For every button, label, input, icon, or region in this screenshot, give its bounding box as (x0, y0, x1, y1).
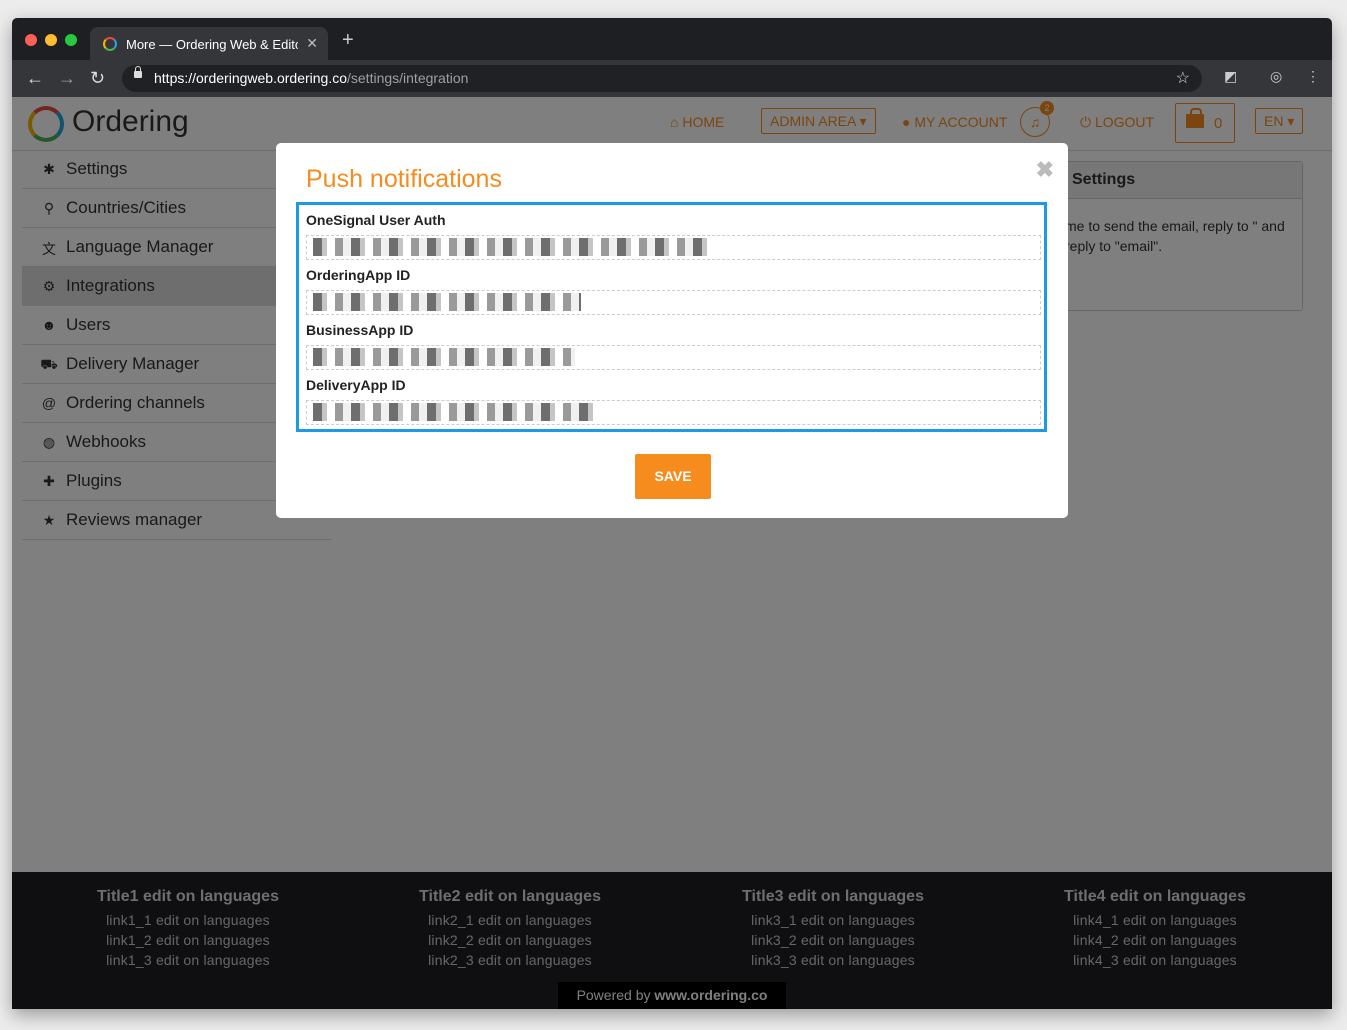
close-window-button[interactable] (25, 34, 37, 46)
lock-icon (134, 66, 142, 78)
favicon-icon (103, 37, 117, 51)
address-bar: ← → ↻ https://orderingweb.ordering.co/se… (12, 60, 1332, 97)
browser-tab[interactable]: More — Ordering Web & Editor ✕ (90, 27, 328, 60)
onesignal-input[interactable] (306, 235, 1041, 260)
url-path: /settings/integration (347, 70, 469, 86)
orderingapp-input[interactable] (306, 290, 1041, 315)
redacted-value (313, 348, 575, 366)
page: Ordering ⌂ HOME ADMIN AREA ▾ ● MY ACCOUN… (12, 97, 1332, 1009)
modal-title: Push notifications (306, 165, 502, 193)
forward-icon[interactable]: → (58, 68, 76, 89)
businessapp-label: BusinessApp ID (306, 322, 414, 338)
new-tab-button[interactable]: + (342, 29, 354, 52)
redacted-value (313, 293, 581, 311)
save-button[interactable]: SAVE (635, 454, 711, 499)
incognito-icon[interactable]: ◎ (1270, 68, 1282, 85)
maximize-window-button[interactable] (65, 34, 77, 46)
businessapp-input[interactable] (306, 345, 1041, 370)
deliveryapp-input[interactable] (306, 400, 1041, 425)
bookmark-star-icon[interactable]: ☆ (1176, 68, 1190, 88)
minimize-window-button[interactable] (45, 34, 57, 46)
url-host: https://orderingweb.ordering.co (154, 70, 347, 86)
close-tab-icon[interactable]: ✕ (306, 35, 318, 52)
close-icon[interactable]: ✖ (1036, 157, 1054, 183)
tab-bar: More — Ordering Web & Editor ✕ + (12, 18, 1332, 60)
deliveryapp-label: DeliveryApp ID (306, 377, 406, 393)
push-notifications-modal: Push notifications ✖ OneSignal User Auth… (276, 143, 1068, 518)
extension-icon[interactable]: ◩ (1224, 68, 1237, 85)
back-icon[interactable]: ← (26, 68, 44, 89)
tab-title: More — Ordering Web & Editor (126, 37, 298, 52)
orderingapp-label: OrderingApp ID (306, 267, 411, 283)
onesignal-label: OneSignal User Auth (306, 212, 446, 228)
url-field[interactable]: https://orderingweb.ordering.co/settings… (122, 65, 1202, 92)
reload-icon[interactable]: ↻ (90, 68, 105, 89)
url-text: https://orderingweb.ordering.co/settings… (154, 70, 468, 86)
footer-backdrop (12, 872, 1332, 1009)
redacted-value (313, 403, 593, 421)
redacted-value (313, 238, 713, 256)
menu-dots-icon[interactable]: ⋮ (1306, 68, 1320, 85)
browser-window: More — Ordering Web & Editor ✕ + ← → ↻ h… (12, 18, 1332, 1009)
